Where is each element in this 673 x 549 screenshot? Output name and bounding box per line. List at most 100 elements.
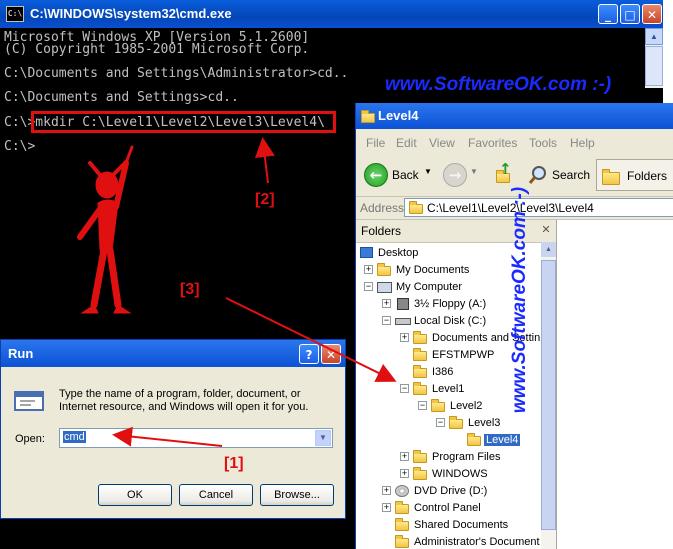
explorer-title: Level4 (378, 108, 419, 123)
floppy-icon (397, 298, 409, 310)
tree-item-label: Administrator's Document (414, 536, 540, 548)
watermark-horizontal: www.SoftwareOK.com :-) (385, 74, 612, 95)
expand-icon[interactable]: + (382, 486, 391, 495)
open-input[interactable]: cmd ▼ (59, 428, 333, 448)
cmd-line: C:\> (4, 139, 36, 154)
run-program-icon (14, 391, 44, 411)
search-button[interactable]: Search (526, 163, 590, 187)
minimize-button[interactable]: _ (598, 4, 618, 24)
tree-item-label: Shared Documents (414, 519, 509, 531)
close-button[interactable]: ✕ (321, 344, 341, 364)
close-button[interactable]: ✕ (642, 4, 662, 24)
search-label: Search (552, 168, 591, 182)
folder-icon (413, 467, 427, 480)
tree-item-label: Local Disk (C:) (414, 315, 487, 327)
maximize-button[interactable]: □ (620, 4, 640, 24)
hard-disk-icon (395, 318, 411, 325)
address-label: Address (360, 201, 405, 215)
up-folder-button[interactable]: ↑ (494, 160, 516, 187)
address-folder-icon (409, 201, 423, 214)
run-title: Run (8, 346, 34, 361)
collapse-icon[interactable]: − (382, 316, 391, 325)
scroll-thumb[interactable] (541, 260, 556, 530)
explorer-content-pane[interactable] (557, 220, 673, 549)
expand-icon[interactable]: + (400, 333, 409, 342)
tree-item-label: I386 (432, 366, 454, 378)
mkdir-highlight-box (31, 111, 336, 133)
open-label: Open: (15, 433, 45, 445)
menu-help[interactable]: Help (570, 136, 595, 150)
help-button[interactable]: ? (299, 344, 319, 364)
folders-label: Folders (627, 169, 668, 183)
ok-button[interactable]: OK (98, 484, 172, 506)
run-title-bar[interactable]: Run ? ✕ (1, 340, 345, 367)
expand-icon[interactable]: + (400, 469, 409, 478)
back-button[interactable]: ← Back ▼ (364, 163, 434, 187)
tree-item-label: Program Files (432, 451, 501, 463)
expand-icon[interactable]: + (364, 265, 373, 274)
collapse-icon[interactable]: − (418, 401, 427, 410)
expand-icon[interactable]: + (400, 452, 409, 461)
cancel-button[interactable]: Cancel (179, 484, 253, 506)
folders-button[interactable]: Folders (596, 159, 673, 191)
expand-icon[interactable]: + (382, 503, 391, 512)
explorer-title-bar[interactable]: Level4 (356, 103, 673, 129)
cmd-app-icon: C:\ (6, 6, 24, 22)
open-folder-icon (467, 433, 481, 446)
cmd-line: C:\Documents and Settings>cd.. (4, 90, 239, 105)
explorer-menu-bar: File Edit View Favorites Tools Help (356, 130, 673, 154)
tree-scrollbar[interactable]: ▲ (541, 242, 556, 549)
menu-view[interactable]: View (429, 136, 455, 150)
cmd-title-bar[interactable]: C:\ C:\WINDOWS\system32\cmd.exe _ □ ✕ (0, 0, 663, 28)
run-dialog: Run ? ✕ Type the name of a program, fold… (0, 339, 346, 519)
annotation-3: [3] (180, 281, 200, 298)
folders-icon (602, 169, 620, 185)
my-documents-icon (377, 263, 391, 276)
cmd-line: (C) Copyright 1985-2001 Microsoft Corp. (4, 42, 310, 57)
back-arrow-icon: ← (364, 163, 388, 187)
scroll-thumb[interactable] (645, 46, 663, 86)
menu-edit[interactable]: Edit (396, 136, 417, 150)
open-input-value: cmd (63, 431, 86, 443)
tree-item-label: Level3 (468, 417, 501, 429)
folder-icon (395, 535, 409, 548)
collapse-icon[interactable]: − (400, 384, 409, 393)
menu-favorites[interactable]: Favorites (468, 136, 517, 150)
menu-tools[interactable]: Tools (529, 136, 557, 150)
folder-icon (413, 348, 427, 361)
browse-button[interactable]: Browse... (260, 484, 334, 506)
expand-icon[interactable]: + (382, 299, 391, 308)
tree-item-label: Control Panel (414, 502, 481, 514)
back-label: Back (392, 168, 419, 182)
cmd-line: C:\Documents and Settings\Administrator>… (4, 66, 349, 81)
address-input[interactable]: C:\Level1\Level2\Level3\Level4 (404, 198, 673, 217)
tree-item-label: 3½ Floppy (A:) (414, 298, 487, 310)
tree-item-label: Level2 (450, 400, 483, 412)
folder-icon (413, 331, 427, 344)
collapse-icon[interactable]: − (364, 282, 373, 291)
tree-item-label: Level4 (484, 434, 521, 446)
tree-item-label: My Documents (396, 264, 470, 276)
folder-icon (431, 399, 445, 412)
dvd-icon (395, 485, 409, 497)
forward-button[interactable]: → (443, 163, 467, 187)
collapse-icon[interactable]: − (436, 418, 445, 427)
tree-item-label: DVD Drive (D:) (414, 485, 488, 497)
tree-item-label: My Computer (396, 281, 463, 293)
scroll-up-icon[interactable]: ▲ (541, 242, 556, 257)
folder-icon (395, 518, 409, 531)
up-arrow-icon: ↑ (499, 160, 512, 178)
close-pane-icon[interactable]: ✕ (539, 223, 553, 237)
forward-dropdown-icon[interactable]: ▼ (470, 167, 478, 176)
chevron-down-icon[interactable]: ▼ (315, 430, 331, 446)
tree-item-label: WINDOWS (432, 468, 488, 480)
scroll-up-icon[interactable]: ▲ (645, 28, 663, 45)
my-computer-icon (377, 282, 392, 293)
control-panel-icon (395, 501, 409, 514)
folder-icon (361, 110, 375, 123)
search-icon (528, 166, 546, 184)
menu-file[interactable]: File (366, 136, 385, 150)
tree-item-label: Desktop (378, 247, 419, 259)
cmd-scrollbar[interactable]: ▲ (645, 28, 663, 88)
tree-item-label: Level1 (432, 383, 465, 395)
